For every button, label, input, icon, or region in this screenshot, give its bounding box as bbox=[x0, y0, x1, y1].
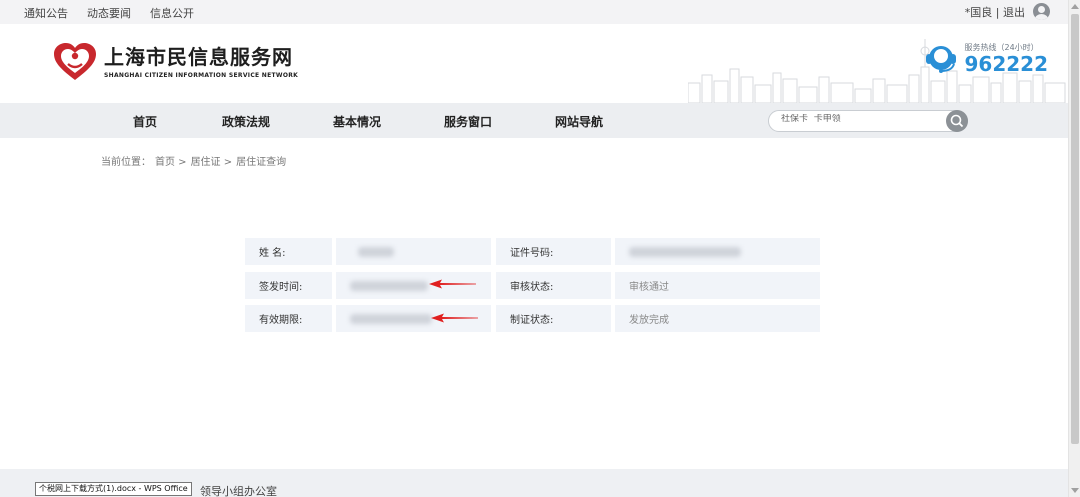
logo-heart-icon bbox=[54, 43, 96, 80]
validity-label: 有效期限: bbox=[245, 305, 332, 332]
review-status-label: 审核状态: bbox=[496, 272, 611, 299]
top-link-disclosure[interactable]: 信息公开 bbox=[150, 5, 194, 21]
logo-subtitle: SHANGHAI CITIZEN INFORMATION SERVICE NET… bbox=[104, 71, 299, 79]
search-box bbox=[768, 110, 968, 132]
site-logo[interactable]: 上海市民信息服务网 SHANGHAI CITIZEN INFORMATION S… bbox=[52, 42, 298, 82]
redacted-validity bbox=[350, 313, 432, 324]
scroll-up-arrow-icon[interactable] bbox=[1071, 4, 1079, 9]
search-icon bbox=[950, 114, 964, 128]
search-input[interactable] bbox=[781, 114, 931, 124]
top-bar: 通知公告 动态要闻 信息公开 *国良 | 退出 bbox=[0, 0, 1068, 24]
main-nav: 首页 政策法规 基本情况 服务窗口 网站导航 bbox=[0, 103, 1068, 138]
breadcrumb-home[interactable]: 首页 > bbox=[155, 153, 187, 168]
annotation-arrow-icon bbox=[431, 313, 478, 323]
breadcrumb-residence-permit[interactable]: 居住证 > bbox=[191, 153, 233, 168]
headset-icon bbox=[925, 45, 956, 73]
card-status-label: 制证状态: bbox=[496, 305, 611, 332]
scroll-thumb[interactable] bbox=[1071, 14, 1079, 444]
user-separator: | bbox=[995, 5, 1000, 19]
breadcrumb-prefix: 当前位置： bbox=[101, 157, 151, 168]
nav-item-policy[interactable]: 政策法规 bbox=[222, 113, 270, 130]
redacted-issue-date bbox=[350, 280, 428, 291]
site-header: 上海市民信息服务网 SHANGHAI CITIZEN INFORMATION S… bbox=[0, 24, 1068, 103]
hotline: 服务热线（24小时） 962222 bbox=[923, 42, 1049, 76]
taskbar-tooltip: 个税网上下载方式(1).docx - WPS Office bbox=[35, 482, 192, 496]
breadcrumb-current: 居住证查询 bbox=[236, 157, 287, 168]
nav-item-basics[interactable]: 基本情况 bbox=[333, 113, 381, 130]
redacted-name bbox=[358, 246, 394, 257]
name-label: 姓 名: bbox=[245, 238, 332, 265]
id-label: 证件号码: bbox=[496, 238, 611, 265]
logout-link[interactable]: 退出 bbox=[1003, 6, 1025, 19]
top-link-news[interactable]: 动态要闻 bbox=[87, 5, 131, 21]
nav-item-service-window[interactable]: 服务窗口 bbox=[444, 113, 492, 130]
scroll-down-arrow-icon[interactable] bbox=[1071, 488, 1079, 493]
page: 通知公告 动态要闻 信息公开 *国良 | 退出 上海市民信息服务网 SHANGH bbox=[0, 0, 1080, 497]
user-area: *国良 | 退出 bbox=[965, 3, 1050, 20]
issue-date-label: 签发时间: bbox=[245, 272, 332, 299]
nav-item-home[interactable]: 首页 bbox=[133, 113, 157, 130]
id-value bbox=[615, 238, 820, 265]
user-name: *国良 bbox=[964, 5, 993, 19]
nav-item-site-nav[interactable]: 网站导航 bbox=[555, 113, 603, 130]
annotation-arrow-icon bbox=[429, 279, 476, 289]
avatar[interactable] bbox=[1033, 3, 1050, 20]
card-status-value: 发放完成 bbox=[615, 305, 820, 332]
footer-text: 领导小组办公室 bbox=[200, 485, 277, 497]
top-links: 通知公告 动态要闻 信息公开 bbox=[24, 5, 194, 21]
breadcrumb: 当前位置： 首页 > 居住证 > 居住证查询 bbox=[101, 153, 286, 168]
search-button[interactable] bbox=[946, 110, 968, 132]
top-link-notices[interactable]: 通知公告 bbox=[24, 5, 68, 21]
logo-title: 上海市民信息服务网 bbox=[104, 44, 293, 69]
hotline-number: 962222 bbox=[964, 52, 1049, 76]
review-status-value: 审核通过 bbox=[615, 272, 820, 299]
vertical-scrollbar[interactable] bbox=[1068, 0, 1080, 497]
redacted-id-number bbox=[629, 246, 741, 257]
name-value bbox=[336, 238, 491, 265]
